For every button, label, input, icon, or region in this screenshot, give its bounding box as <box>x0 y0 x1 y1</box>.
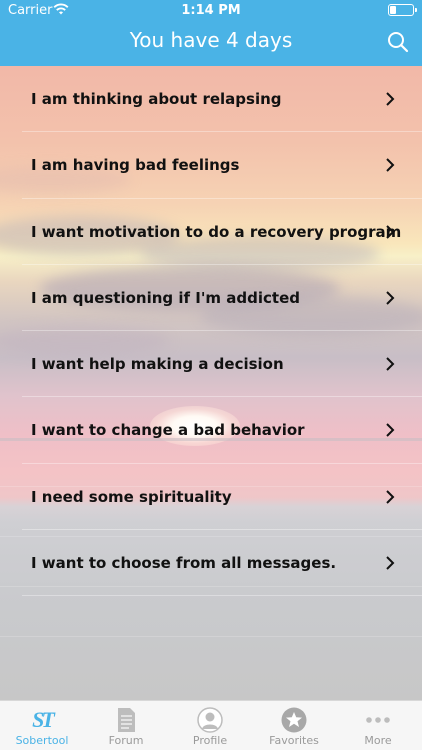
menu-list: I am thinking about relapsing I am havin… <box>0 66 422 596</box>
chevron-right-icon <box>386 291 395 305</box>
tab-bar: ST Sobertool Forum Profile Favorites Mor… <box>0 700 422 750</box>
chevron-right-icon <box>386 357 395 371</box>
tab-favorites[interactable]: Favorites <box>252 701 336 750</box>
list-item-label: I want motivation to do a recovery progr… <box>31 222 402 241</box>
star-icon <box>281 707 307 733</box>
sobertool-logo-icon: ST <box>32 707 55 732</box>
navigation-header: Carrier 1:14 PM You have 4 days <box>0 0 422 66</box>
list-item-label: I want help making a decision <box>31 355 284 374</box>
chevron-right-icon <box>386 423 395 438</box>
list-item-label: I am questioning if I'm addicted <box>31 288 300 307</box>
list-item-label: I want to choose from all messages. <box>31 553 337 572</box>
list-item[interactable]: I need some spirituality <box>0 464 422 530</box>
chevron-right-icon <box>386 158 395 173</box>
list-item-label: I want to change a bad behavior <box>31 421 305 440</box>
more-dots-icon <box>366 717 390 723</box>
row-divider <box>22 595 422 596</box>
tab-label: Profile <box>192 734 228 747</box>
tab-profile[interactable]: Profile <box>168 701 252 750</box>
chevron-right-icon <box>386 224 395 239</box>
list-item[interactable]: I am thinking about relapsing <box>0 66 422 133</box>
list-item[interactable]: I want help making a decision <box>0 331 422 398</box>
page-title: You have 4 days <box>129 28 293 52</box>
list-item-label: I am thinking about relapsing <box>31 90 282 109</box>
chevron-right-icon <box>386 489 395 504</box>
list-item[interactable]: I am questioning if I'm addicted <box>0 265 422 331</box>
tab-forum[interactable]: Forum <box>84 701 168 750</box>
list-item[interactable]: I want to choose from all messages. <box>0 530 422 596</box>
document-icon <box>118 708 135 732</box>
tab-label: Sobertool <box>15 734 69 747</box>
person-icon <box>197 707 223 733</box>
list-item[interactable]: I want to change a bad behavior <box>0 397 422 464</box>
tab-sobertool[interactable]: ST Sobertool <box>0 701 84 750</box>
list-item-label: I need some spirituality <box>31 487 232 506</box>
tab-label: More <box>364 734 392 747</box>
status-time: 1:14 PM <box>181 3 241 18</box>
tab-label: Favorites <box>269 734 319 747</box>
list-item[interactable]: I want motivation to do a recovery progr… <box>0 199 422 265</box>
battery-icon <box>388 4 417 16</box>
list-item[interactable]: I am having bad feelings <box>0 132 422 199</box>
chevron-right-icon <box>386 556 395 570</box>
chevron-right-icon <box>386 92 395 106</box>
list-item-label: I am having bad feelings <box>31 156 240 175</box>
tab-label: Forum <box>108 734 144 747</box>
tab-more[interactable]: More <box>336 701 420 750</box>
search-icon[interactable] <box>386 30 410 54</box>
status-bar: Carrier 1:14 PM <box>0 0 422 22</box>
